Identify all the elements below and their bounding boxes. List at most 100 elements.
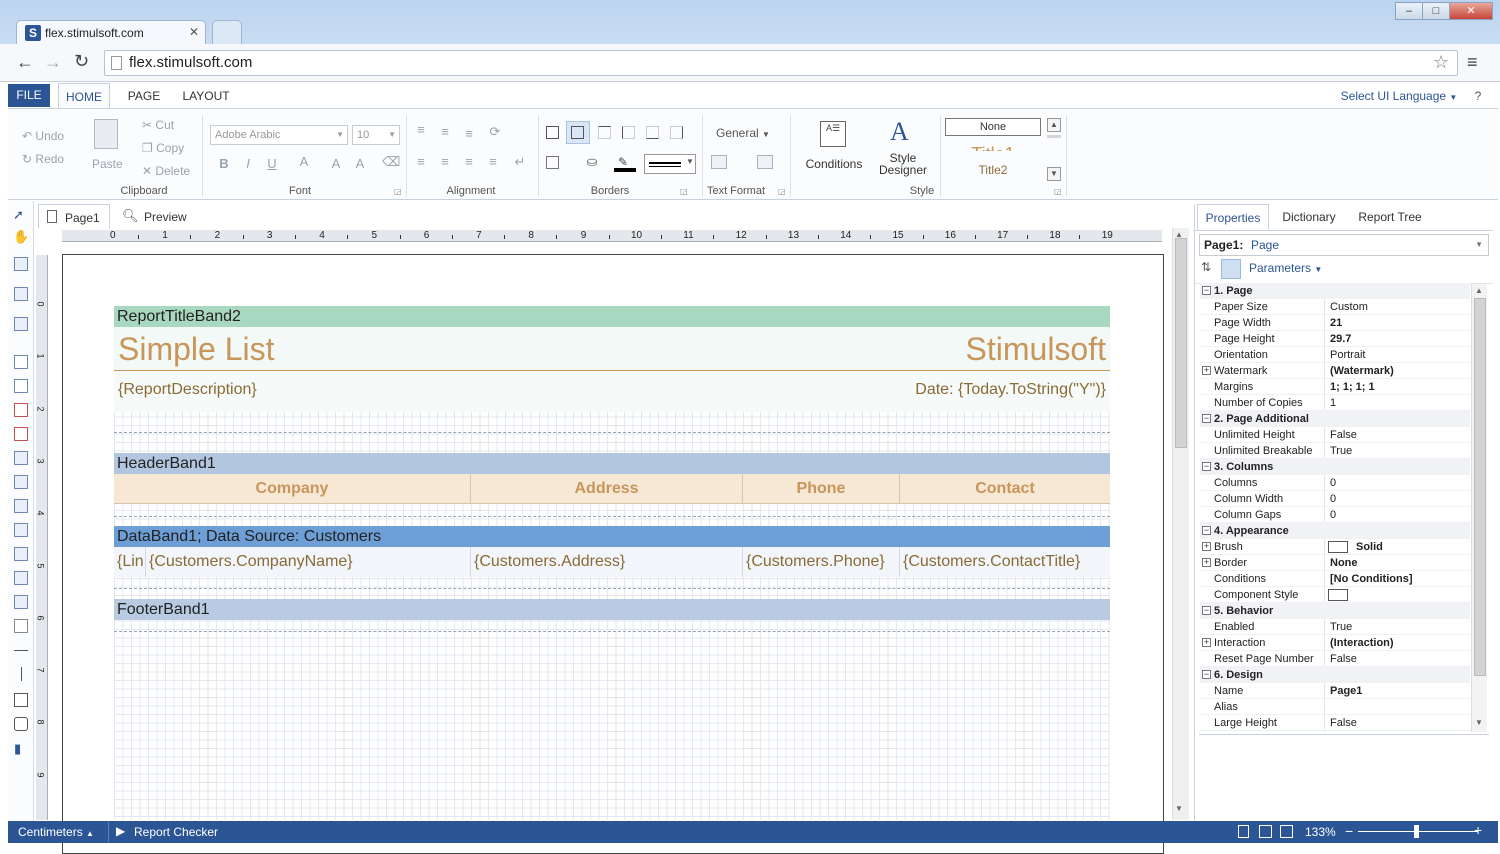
rectangle-tool-icon[interactable] <box>14 693 28 707</box>
align-top-icon[interactable]: ≡ <box>414 123 428 137</box>
designer-vertical-scrollbar[interactable]: ▲ ▼ <box>1172 228 1189 820</box>
text-format-dialog-launcher-icon[interactable]: ◲ <box>778 187 786 196</box>
property-value[interactable]: (Watermark) <box>1330 363 1394 379</box>
close-window-button[interactable]: ✕ <box>1449 2 1493 20</box>
shrink-font-icon[interactable]: A <box>353 157 367 171</box>
page1-tab[interactable]: Page1 <box>38 204 110 229</box>
property-value[interactable]: False <box>1330 715 1357 731</box>
property-row[interactable]: Column Gaps 0 <box>1200 507 1470 523</box>
collapse-icon[interactable]: − <box>1202 670 1211 679</box>
right-border-icon[interactable] <box>670 126 683 139</box>
data-cell-contact-title[interactable]: {Customers.ContactTitle} <box>900 547 1110 577</box>
one-page-view-icon[interactable] <box>1238 825 1249 838</box>
border-color-button[interactable]: ✎ <box>614 155 636 173</box>
property-row[interactable]: Component Style <box>1200 587 1470 603</box>
text-format-select[interactable]: General ▼ <box>716 126 770 140</box>
align-left-icon[interactable]: ≡ <box>414 155 428 169</box>
data-band-header[interactable]: DataBand1; Data Source: Customers <box>114 526 1110 547</box>
font-family-select[interactable]: Adobe Arabic ▼ <box>210 125 348 145</box>
text-tool-icon[interactable] <box>14 355 28 369</box>
forward-arrow-icon[interactable]: → <box>44 52 62 73</box>
property-category[interactable]: −3. Columns <box>1200 459 1470 475</box>
no-border-icon[interactable] <box>546 156 559 169</box>
minimize-button[interactable]: – <box>1395 2 1423 20</box>
chart-tool-icon[interactable] <box>14 571 28 585</box>
bookmark-star-icon[interactable]: ☆ <box>1433 52 1449 73</box>
property-row[interactable]: Conditions [No Conditions] <box>1200 571 1470 587</box>
new-tab-button[interactable] <box>212 20 242 46</box>
footer-band-header[interactable]: FooterBand1 <box>114 599 1110 620</box>
collapse-icon[interactable]: − <box>1202 526 1211 535</box>
property-value[interactable]: 1 <box>1330 395 1336 411</box>
property-row[interactable]: Page Height 29.7 <box>1200 331 1470 347</box>
property-row[interactable]: Paper Size Custom <box>1200 299 1470 315</box>
scroll-up-icon[interactable]: ▲ <box>1475 286 1483 295</box>
property-row[interactable]: Number of Copies 1 <box>1200 395 1470 411</box>
collapse-icon[interactable]: − <box>1202 414 1211 423</box>
data-cell-phone[interactable]: {Customers.Phone} <box>743 547 900 577</box>
property-value[interactable]: True <box>1330 443 1352 459</box>
panel-tool-icon[interactable] <box>14 451 28 465</box>
data-cell-address[interactable]: {Customers.Address} <box>471 547 743 577</box>
undo-button[interactable]: ↶ Undo <box>22 129 64 143</box>
property-value[interactable]: 29.7 <box>1330 331 1351 347</box>
property-row[interactable]: Reset Page Number False <box>1200 651 1470 667</box>
underline-icon[interactable]: U <box>265 157 279 171</box>
property-row[interactable]: + Interaction (Interaction) <box>1200 635 1470 651</box>
page-width-view-icon[interactable] <box>1280 825 1293 838</box>
property-row[interactable]: Columns 0 <box>1200 475 1470 491</box>
outer-border-icon[interactable] <box>571 126 584 139</box>
zoom-in-icon[interactable]: + <box>1474 822 1482 838</box>
close-tab-icon[interactable]: ✕ <box>189 25 199 39</box>
property-value[interactable]: Portrait <box>1330 347 1365 363</box>
address-bar[interactable]: flex.stimulsoft.com ☆ <box>104 50 1458 76</box>
barcode-tool-icon[interactable] <box>14 595 28 609</box>
text-box-tool-icon[interactable] <box>14 427 28 441</box>
property-category[interactable]: −6. Design <box>1200 667 1470 683</box>
style-title2-item[interactable]: Title2 <box>945 163 1041 179</box>
italic-icon[interactable]: I <box>241 157 255 171</box>
check-box-tool-icon[interactable] <box>14 523 28 537</box>
tab-dictionary[interactable]: Dictionary <box>1273 204 1345 230</box>
back-arrow-icon[interactable]: ← <box>16 52 34 73</box>
property-value[interactable]: 0 <box>1330 475 1336 491</box>
align-middle-icon[interactable]: ≡ <box>438 125 452 139</box>
property-value[interactable]: False <box>1330 651 1357 667</box>
object-selector[interactable]: Page1: Page ▼ <box>1199 234 1489 256</box>
title-text-box[interactable]: Simple List Stimulsoft <box>114 327 1110 371</box>
align-right-icon[interactable]: ≡ <box>462 155 476 169</box>
left-border-icon[interactable] <box>622 126 635 139</box>
cut-button[interactable]: ✂ Cut <box>142 118 174 132</box>
property-row[interactable]: Unlimited Breakable True <box>1200 443 1470 459</box>
rich-text-tool-icon[interactable] <box>14 403 28 417</box>
collapse-icon[interactable]: − <box>1202 462 1211 471</box>
zoom-slider-thumb[interactable] <box>1414 825 1419 838</box>
style-title1-item[interactable]: Title1 <box>945 139 1041 151</box>
property-value[interactable]: [No Conditions] <box>1330 571 1412 587</box>
style-dialog-launcher-icon[interactable]: ◲ <box>1054 187 1062 196</box>
word-wrap-icon[interactable]: ↵ <box>513 155 527 169</box>
font-size-select[interactable]: 10 ▼ <box>352 125 400 145</box>
scroll-down-icon[interactable]: ▼ <box>1175 804 1183 813</box>
property-row[interactable]: Alias <box>1200 699 1470 715</box>
select-language-dropdown[interactable]: Select UI Language ▼ <box>1334 83 1464 109</box>
parameters-dropdown[interactable]: Parameters ▼ <box>1249 261 1322 275</box>
property-value[interactable]: Solid <box>1356 539 1383 555</box>
property-category[interactable]: −2. Page Additional <box>1200 411 1470 427</box>
property-row[interactable]: + Brush Solid <box>1200 539 1470 555</box>
data-cell-line[interactable]: {Lin <box>114 547 146 577</box>
browser-tab-active[interactable]: S flex.stimulsoft.com ✕ <box>16 20 206 46</box>
column-header-phone[interactable]: Phone <box>743 474 900 504</box>
horizontal-line-tool-icon[interactable] <box>14 650 28 651</box>
tab-properties[interactable]: Properties <box>1197 204 1269 230</box>
sort-alphabetical-icon[interactable]: ⇅ <box>1201 260 1211 274</box>
sub-report-tool-icon[interactable] <box>14 317 28 331</box>
redo-button[interactable]: ↻ Redo <box>22 152 64 166</box>
property-row[interactable]: Large Height False <box>1200 715 1470 731</box>
expand-icon[interactable]: + <box>1202 542 1211 551</box>
property-row[interactable]: Column Width 0 <box>1200 491 1470 507</box>
align-justify-icon[interactable]: ≡ <box>486 155 500 169</box>
style-designer-button[interactable]: A Style Designer <box>874 117 932 181</box>
property-value[interactable]: 0 <box>1330 491 1336 507</box>
image-tool-icon[interactable] <box>14 547 28 561</box>
